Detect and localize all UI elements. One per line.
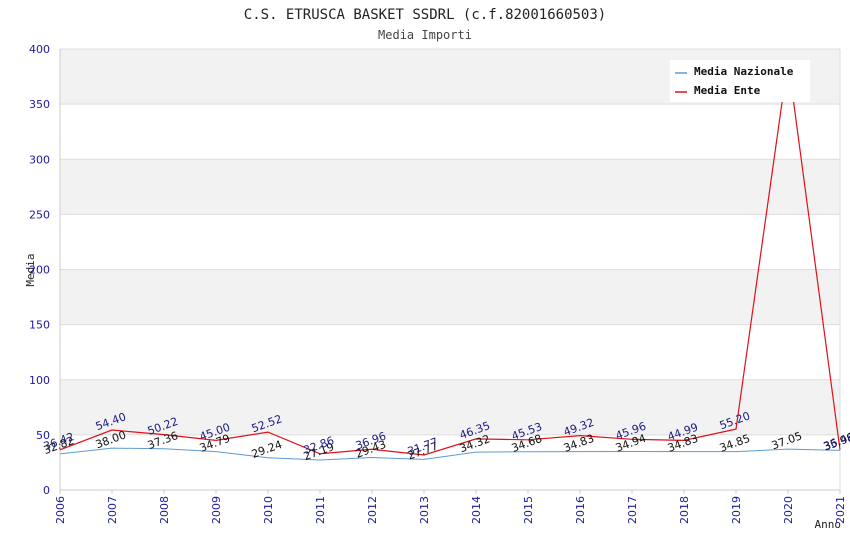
legend-label-media-ente: Media Ente [694, 84, 761, 97]
y-tick-label: 300 [29, 153, 50, 166]
y-axis-label: Media [24, 253, 37, 286]
x-tick-label: 2007 [106, 496, 119, 524]
x-tick-label: 2006 [54, 496, 67, 524]
x-tick-label: 2017 [626, 496, 639, 524]
x-tick-label: 2010 [262, 496, 275, 524]
x-axis-ticks: 2006 2007 2008 2009 2010 2011 2012 2013 2014 2015… [54, 490, 847, 524]
y-tick-label: 350 [29, 98, 50, 111]
legend: Media Nazionale Media Ente [670, 60, 810, 102]
y-tick-label: 250 [29, 208, 50, 221]
y-tick-label: 0 [43, 484, 50, 497]
x-tick-label: 2009 [210, 496, 223, 524]
y-tick-label: 100 [29, 374, 50, 387]
plot-band [60, 159, 840, 215]
y-tick-label: 150 [29, 319, 50, 332]
x-tick-label: 2020 [782, 496, 795, 524]
x-tick-label: 2018 [678, 496, 691, 524]
x-tick-label: 2019 [730, 496, 743, 524]
x-tick-label: 2011 [314, 496, 327, 524]
plot-background [60, 49, 840, 435]
legend-label-media-nazionale: Media Nazionale [694, 65, 794, 78]
x-tick-label: 2015 [522, 496, 535, 524]
x-tick-label: 2008 [158, 496, 171, 524]
x-tick-label: 2014 [470, 496, 483, 524]
chart: C.S. ETRUSCA BASKET SSDRL (c.f.820016605… [24, 7, 850, 531]
x-tick-label: 2012 [366, 496, 379, 524]
x-tick-label: 2013 [418, 496, 431, 524]
x-axis-label: Anno [815, 518, 842, 531]
x-tick-label: 2016 [574, 496, 587, 524]
chart-subtitle: Media Importi [378, 28, 472, 42]
chart-title: C.S. ETRUSCA BASKET SSDRL (c.f.820016605… [244, 7, 606, 23]
plot-band [60, 269, 840, 325]
y-tick-label: 400 [29, 43, 50, 56]
